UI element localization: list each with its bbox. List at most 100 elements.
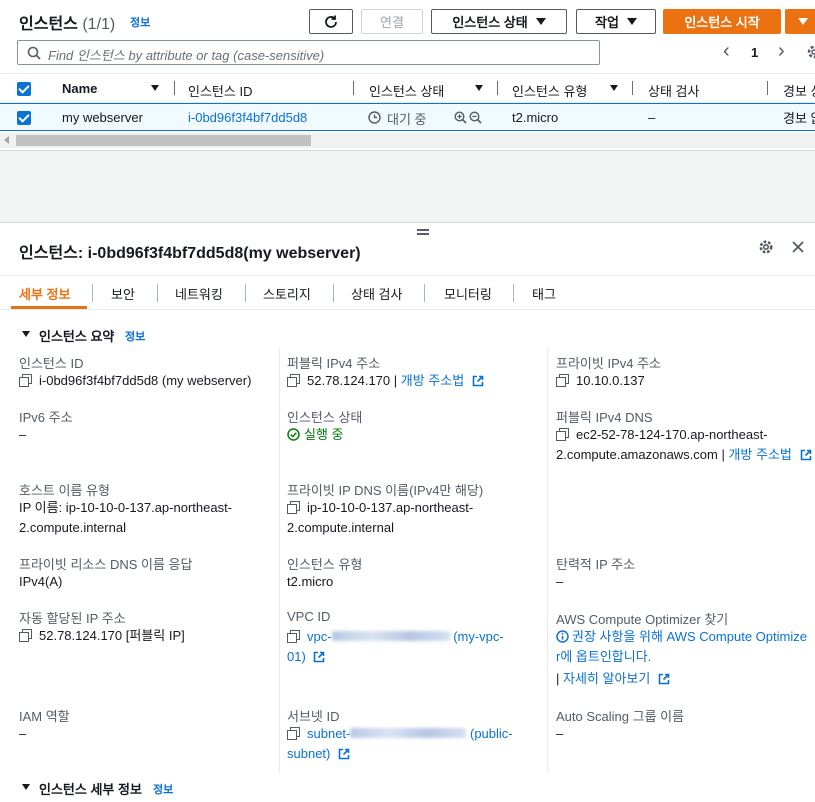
- select-all-checkbox[interactable]: [17, 82, 31, 96]
- search-placeholder: Find 인스턴스 by attribute or tag (case-sens…: [48, 48, 325, 63]
- tab-security[interactable]: 보안: [111, 284, 135, 303]
- row-instance-id-link[interactable]: i-0bd96f3f4bf7dd5d8: [188, 110, 307, 125]
- page-number[interactable]: 1: [751, 45, 758, 60]
- open-address-link[interactable]: 개방 주소법: [728, 447, 791, 462]
- search-input[interactable]: Find 인스턴스 by attribute or tag (case-sens…: [17, 40, 600, 65]
- preferences-gear-icon[interactable]: [758, 239, 774, 255]
- caret-down-icon: [798, 18, 808, 25]
- row-alarm-status: 경보 없: [783, 111, 815, 126]
- ipv6-value: –: [19, 427, 27, 442]
- scrollbar-thumb[interactable]: [16, 135, 311, 146]
- scroll-left-icon[interactable]: [4, 136, 9, 144]
- success-check-icon: [287, 428, 300, 441]
- auto-ip-label: 자동 할당된 IP 주소: [19, 611, 126, 626]
- optimizer-opt-in-link[interactable]: 권장 사항을 위해 AWS Compute Optimize r에 옵트인합니다.: [556, 629, 807, 664]
- asg-value: –: [556, 726, 564, 741]
- instance-state-button[interactable]: 인스턴스 상태: [431, 9, 567, 34]
- instance-count: (1/1): [82, 16, 116, 33]
- redacted-vpc-id: [331, 631, 450, 641]
- optimizer-value: 권장 사항을 위해 AWS Compute Optimize r에 옵트인합니다.: [556, 627, 815, 667]
- elastic-ip-label: 탄력적 IP 주소: [556, 557, 636, 572]
- learn-more-link[interactable]: 자세히 알아보기: [563, 671, 650, 686]
- refresh-button[interactable]: [309, 9, 353, 34]
- external-link-icon[interactable]: [472, 375, 484, 387]
- actions-button[interactable]: 작업: [576, 9, 656, 34]
- vpc-id-label: VPC ID: [287, 609, 331, 624]
- instance-state-value: 실행 중: [287, 425, 344, 445]
- copy-icon[interactable]: [287, 630, 300, 643]
- settings-gear-icon[interactable]: [806, 44, 815, 60]
- summary-info-link[interactable]: 정보: [125, 328, 145, 344]
- caret-down-icon: [626, 18, 637, 25]
- copy-icon[interactable]: [19, 629, 32, 642]
- external-link-icon[interactable]: [658, 673, 670, 685]
- filter-caret-icon[interactable]: [475, 85, 483, 91]
- split-panel-gap: [0, 150, 815, 223]
- private-dns-value: ip-10-10-0-137.ap-northeast- 2.compute.i…: [287, 500, 474, 535]
- iam-role-value: –: [19, 726, 27, 741]
- copy-icon[interactable]: [287, 727, 300, 740]
- external-link-icon[interactable]: [313, 651, 325, 663]
- page-title: 인스턴스 (1/1): [19, 16, 116, 33]
- details-section-title[interactable]: 인스턴스 세부 정보: [39, 779, 142, 798]
- zoom-out-icon[interactable]: [469, 111, 482, 124]
- prev-page-icon[interactable]: ‹: [723, 41, 730, 61]
- filter-caret-icon[interactable]: [610, 85, 618, 91]
- resource-dns-value: IPv4(A): [19, 574, 63, 589]
- tab-monitoring[interactable]: 모니터링: [444, 284, 492, 303]
- launch-instances-button[interactable]: 인스턴스 시작: [663, 9, 781, 34]
- tab-tags[interactable]: 태그: [532, 284, 556, 303]
- external-link-icon[interactable]: [800, 449, 812, 461]
- instance-state-label: 인스턴스 상태: [287, 410, 363, 425]
- public-ip-label: 퍼블릭 IPv4 주소: [287, 356, 381, 371]
- private-ip-label: 프라이빗 IPv4 주소: [556, 356, 661, 371]
- row-checkbox[interactable]: [17, 111, 31, 125]
- info-link[interactable]: 정보: [130, 14, 150, 30]
- copy-icon[interactable]: [556, 428, 569, 441]
- next-page-icon[interactable]: ›: [778, 41, 785, 61]
- column-status-check[interactable]: 상태 검사: [648, 81, 699, 100]
- column-divider: [353, 81, 354, 95]
- column-divider: [632, 81, 633, 95]
- copy-icon[interactable]: [287, 374, 300, 387]
- tab-networking[interactable]: 네트워킹: [175, 284, 223, 303]
- horizontal-scrollbar[interactable]: [0, 133, 815, 148]
- collapse-caret-icon[interactable]: [22, 331, 30, 337]
- zoom-in-icon[interactable]: [454, 111, 467, 124]
- column-instance-id[interactable]: 인스턴스 ID: [188, 81, 252, 100]
- auto-ip-value: 52.78.124.170 [퍼블릭 IP]: [19, 626, 185, 646]
- subnet-id-link[interactable]: subnet- (public-subnet): [287, 726, 513, 761]
- open-address-link[interactable]: 개방 주소법: [401, 373, 464, 388]
- optimizer-label: AWS Compute Optimizer 찾기: [556, 612, 729, 627]
- connect-button[interactable]: 연결: [361, 9, 423, 34]
- column-instance-state[interactable]: 인스턴스 상태: [369, 81, 444, 100]
- column-alarm-status[interactable]: 경보 상: [783, 81, 815, 100]
- external-link-icon[interactable]: [338, 748, 350, 760]
- info-circle-icon: [556, 630, 569, 643]
- row-state: 대기 중: [387, 112, 427, 127]
- instance-id-label: 인스턴스 ID: [19, 356, 84, 371]
- column-divider: [767, 81, 768, 95]
- private-ip-value: 10.10.0.137: [556, 371, 645, 391]
- copy-icon[interactable]: [19, 374, 32, 387]
- launch-dropdown-button[interactable]: [785, 9, 815, 34]
- column-name[interactable]: Name: [62, 81, 97, 96]
- row-status-check: –: [648, 110, 656, 125]
- column-instance-type[interactable]: 인스턴스 유형: [512, 81, 587, 100]
- tab-divider: [333, 284, 334, 302]
- sort-caret-icon[interactable]: [151, 85, 159, 91]
- tab-details[interactable]: 세부 정보: [19, 284, 70, 303]
- tab-storage[interactable]: 스토리지: [263, 284, 311, 303]
- search-icon: [27, 46, 41, 60]
- collapse-caret-icon[interactable]: [22, 784, 30, 790]
- details-info-link[interactable]: 정보: [153, 781, 173, 797]
- instance-type-value: t2.micro: [287, 574, 334, 589]
- row-name: my webserver: [62, 110, 143, 125]
- tab-status-checks[interactable]: 상태 검사: [351, 284, 402, 303]
- pipe-separator: |: [556, 671, 560, 686]
- resize-handle-icon[interactable]: [417, 229, 429, 231]
- copy-icon[interactable]: [556, 374, 569, 387]
- copy-icon[interactable]: [287, 501, 300, 514]
- close-icon[interactable]: [791, 240, 805, 254]
- summary-title[interactable]: 인스턴스 요약: [39, 326, 114, 345]
